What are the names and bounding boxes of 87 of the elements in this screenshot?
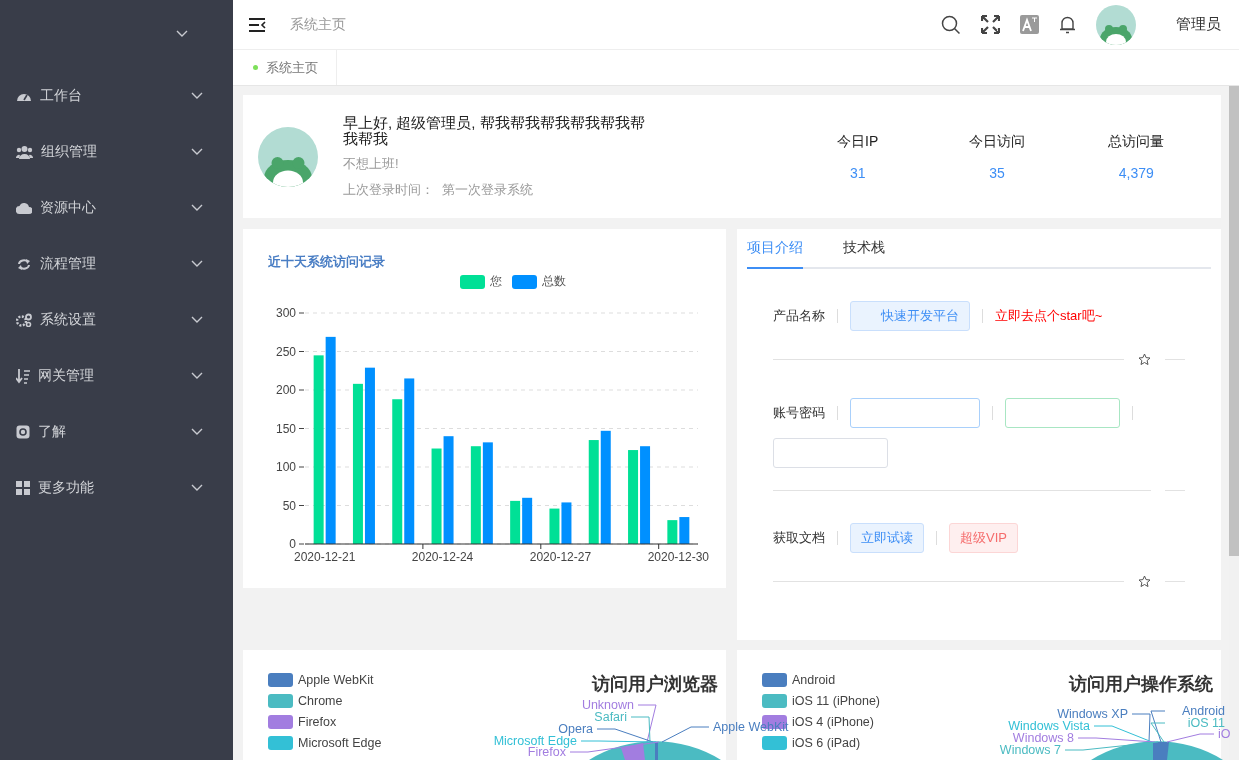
- slice-label: iO: [1218, 727, 1231, 741]
- sidebar-item[interactable]: 工作台: [0, 68, 233, 124]
- row-label: 账号密码: [773, 404, 825, 422]
- chevron-down-icon: [191, 260, 203, 268]
- axis-label: 2020-12-21: [293, 550, 356, 564]
- chevron-down-icon: [176, 30, 188, 38]
- slice-label: Microsoft Edge: [493, 734, 577, 748]
- axis-label: 250: [275, 344, 296, 359]
- sidebar-item[interactable]: 网关管理: [0, 348, 233, 404]
- search-icon[interactable]: [941, 14, 961, 35]
- chart-title: 访问用户浏览器: [592, 673, 718, 696]
- tab[interactable]: 技术栈: [843, 239, 885, 269]
- legend-label: Microsoft Edge: [298, 736, 382, 750]
- chevron-down-icon: [191, 92, 203, 100]
- sidebar-item[interactable]: 系统设置: [0, 292, 233, 348]
- sidebar-item[interactable]: 了解: [0, 404, 233, 460]
- chevron-down-icon: [191, 428, 203, 436]
- axis-label: 2020-12-30: [647, 550, 710, 564]
- axis-label: 50: [282, 498, 296, 513]
- chart-title: 近十天系统访问记录: [268, 253, 386, 271]
- axis-label: 0: [289, 537, 296, 551]
- slice-label: Windows XP: [1057, 707, 1128, 721]
- fullscreen-icon[interactable]: [981, 15, 1000, 34]
- axis-label: 2020-12-27: [529, 550, 592, 564]
- star-icon: [1138, 575, 1151, 588]
- legend-label: Firefox: [298, 715, 337, 729]
- greeting-text: 早上好, 超级管理员, 帮我帮我帮我帮我帮我帮我帮我: [343, 114, 646, 147]
- stat-value: 31: [849, 164, 866, 181]
- info-icon: [16, 425, 30, 439]
- bell-icon[interactable]: [1059, 15, 1076, 34]
- refresh-icon: [16, 257, 32, 271]
- axis-label: 2020-12-24: [411, 550, 474, 564]
- input-field[interactable]: [850, 398, 980, 428]
- slice-label: Firefox: [527, 745, 566, 759]
- slice-label: Opera: [558, 722, 593, 736]
- slice-label: Safari: [594, 710, 627, 724]
- axis-label: 200: [275, 383, 296, 397]
- star-link[interactable]: 立即去点个star吧~: [995, 307, 1103, 325]
- legend-label: 总数: [542, 273, 566, 290]
- legend-label: Android: [792, 673, 836, 687]
- legend-label: Apple WebKit: [298, 673, 374, 687]
- axis-label: 300: [275, 306, 296, 320]
- legend-label: iOS 4 (iPhone): [792, 715, 874, 729]
- sidebar-item[interactable]: 资源中心: [0, 180, 233, 236]
- chart-title: 访问用户操作系统: [1069, 673, 1213, 696]
- stat-label: 今日IP: [837, 132, 879, 151]
- axis-label: 150: [275, 421, 296, 436]
- cloud-icon: [16, 202, 32, 214]
- slice-label: Windows 8: [1012, 731, 1074, 745]
- menu-icon[interactable]: [249, 17, 266, 32]
- gears-icon: [16, 313, 32, 327]
- slice-label: Windows Vista: [1008, 719, 1090, 733]
- last-login-label: 上次登录时间：: [343, 180, 434, 199]
- sort-icon: [16, 368, 30, 384]
- legend-label: 您: [490, 273, 502, 290]
- sidebar-item[interactable]: 更多功能: [0, 460, 233, 516]
- translate-icon[interactable]: [1020, 15, 1039, 34]
- stat-label: 总访问量: [1108, 132, 1165, 151]
- stat-value: 4,379: [1118, 164, 1154, 181]
- avatar-icon: [1096, 4, 1136, 45]
- motto-text: 不想上班!: [343, 154, 400, 173]
- row-label: 产品名称: [773, 307, 825, 325]
- input-field[interactable]: [773, 438, 888, 468]
- star-icon: [1138, 353, 1151, 366]
- slice-label: Windows 7: [999, 743, 1061, 757]
- legend-label: iOS 11 (iPhone): [792, 694, 880, 708]
- input-field[interactable]: [1005, 398, 1120, 428]
- slice-label: iOS 11: [1187, 716, 1225, 730]
- user-name[interactable]: 管理员: [1176, 15, 1221, 34]
- slice-label: Unknown: [581, 698, 634, 712]
- chevron-down-icon: [191, 372, 203, 380]
- slice-label: Android: [1181, 704, 1225, 718]
- scrollbar-thumb[interactable]: [1229, 86, 1239, 556]
- row-label: 获取文档: [773, 529, 825, 547]
- users-icon: [16, 145, 33, 159]
- grid-icon: [16, 481, 30, 495]
- chevron-down-icon: [191, 484, 203, 492]
- stat-value: 35: [989, 164, 1005, 181]
- stat-label: 今日访问: [969, 132, 1025, 151]
- legend-label: iOS 6 (iPad): [792, 736, 861, 750]
- chevron-down-icon: [191, 204, 203, 212]
- sidebar-item[interactable]: 流程管理: [0, 236, 233, 292]
- chevron-down-icon: [191, 316, 203, 324]
- legend-label: Chrome: [298, 694, 343, 708]
- sidebar-item[interactable]: 组织管理: [0, 124, 233, 180]
- axis-label: 100: [275, 460, 296, 474]
- chevron-down-icon: [191, 148, 203, 156]
